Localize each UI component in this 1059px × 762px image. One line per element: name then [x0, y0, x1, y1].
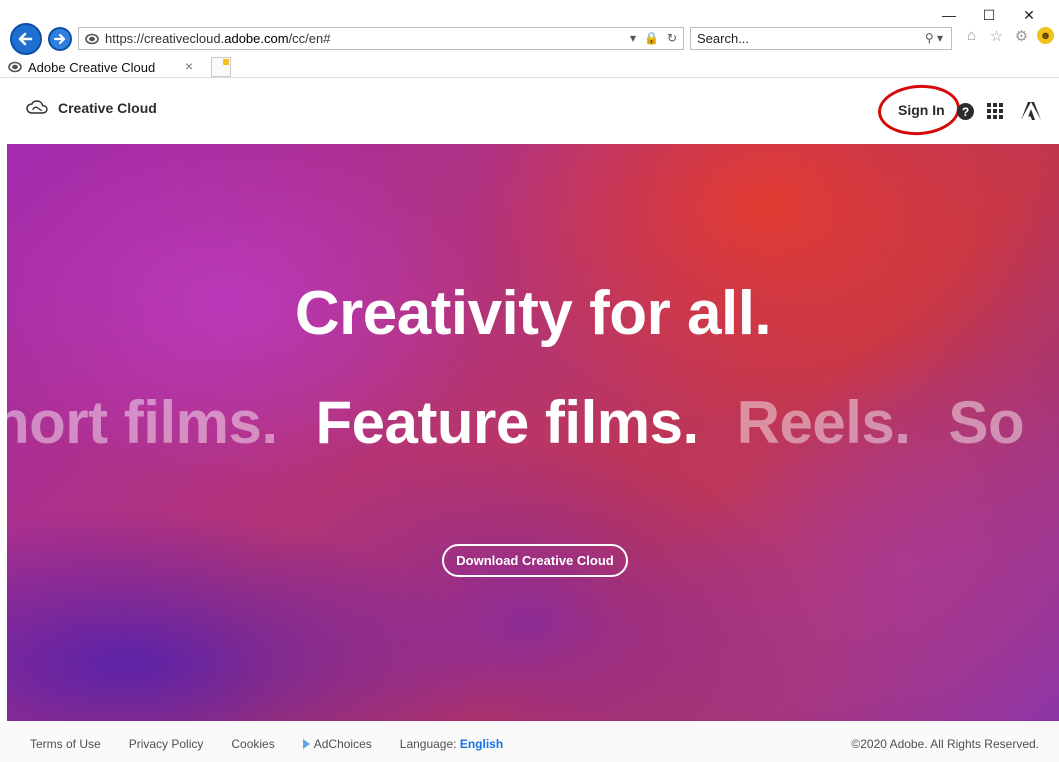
rotator-item-active: Feature films.	[315, 389, 700, 456]
footer-link-terms[interactable]: Terms of Use	[30, 737, 101, 751]
search-dropdown-icon[interactable]: ▾	[937, 31, 943, 45]
forward-button[interactable]	[48, 27, 72, 51]
search-input[interactable]: Search... ⚲ ▾	[690, 27, 952, 50]
feedback-smiley-icon[interactable]: ☻	[1037, 27, 1054, 44]
adchoices-label: AdChoices	[313, 737, 372, 751]
home-icon[interactable]: ⌂	[962, 26, 981, 45]
refresh-icon[interactable]: ↻	[667, 31, 677, 45]
language-label: Language:	[399, 737, 457, 751]
copyright-text: ©2020 Adobe. All Rights Reserved.	[851, 737, 1039, 751]
url-host: adobe.com	[224, 31, 289, 46]
rotator-item: hort films.	[7, 389, 278, 456]
adchoices-icon	[302, 739, 310, 749]
site-header: Creative Cloud Sign In ?	[0, 78, 1059, 144]
address-tools: ▾ 🔒 ↻	[630, 31, 677, 45]
footer-links: Terms of Use Privacy Policy Cookies AdCh…	[30, 737, 503, 751]
tab-close-icon[interactable]: ×	[185, 58, 193, 74]
language-value: English	[459, 737, 504, 751]
arrow-left-icon	[18, 32, 33, 46]
hero-title: Creativity for all.	[294, 279, 772, 348]
footer-link-cookies[interactable]: Cookies	[231, 737, 274, 751]
hero-banner: Creativity for all. hort films. Feature f…	[7, 144, 1059, 721]
browser-toolbar: https://creativecloud. adobe.com/cc/en# ▾…	[0, 22, 1059, 56]
browser-icons: ⌂ ☆ ⚙ ☻	[962, 26, 1054, 45]
download-creative-cloud-button[interactable]: Download Creative Cloud	[442, 544, 628, 577]
footer-link-adchoices[interactable]: AdChoices	[302, 737, 372, 751]
tab-title: Adobe Creative Cloud	[28, 59, 156, 75]
search-tools: ⚲ ▾	[925, 31, 943, 45]
url-prefix: https://creativecloud.	[105, 31, 225, 46]
search-icon[interactable]: ⚲	[925, 31, 934, 45]
site-favicon-icon	[85, 33, 99, 44]
tab-bar: Adobe Creative Cloud ×	[0, 56, 1059, 78]
creative-cloud-logo-icon	[26, 100, 48, 114]
footer: Terms of Use Privacy Policy Cookies AdCh…	[0, 722, 1059, 762]
arrow-right-icon	[53, 33, 66, 45]
brand-name: Creative Cloud	[58, 100, 157, 116]
address-bar[interactable]: https://creativecloud. adobe.com/cc/en# ▾…	[78, 27, 684, 50]
app-grid-icon[interactable]	[987, 103, 1003, 119]
adobe-logo-icon[interactable]	[1020, 101, 1042, 121]
favorites-star-icon[interactable]: ☆	[987, 26, 1006, 45]
dropdown-icon[interactable]: ▾	[630, 31, 636, 45]
search-placeholder: Search...	[697, 31, 750, 46]
brand-link[interactable]: Creative Cloud	[26, 100, 157, 116]
lock-icon[interactable]: 🔒	[644, 31, 659, 45]
new-tab-button[interactable]	[211, 57, 231, 77]
sign-in-link[interactable]: Sign In	[898, 102, 945, 118]
tab-favicon-icon	[8, 61, 22, 73]
rotator-item: Reels.	[736, 389, 911, 456]
help-icon[interactable]: ?	[957, 103, 974, 120]
url-path: /cc/en#	[288, 31, 331, 46]
settings-gear-icon[interactable]: ⚙	[1012, 26, 1031, 45]
tab-adobe-creative-cloud[interactable]: Adobe Creative Cloud	[8, 56, 213, 78]
language-selector[interactable]: Language: English	[400, 737, 503, 751]
rotator-item: So	[948, 389, 1025, 456]
footer-link-privacy[interactable]: Privacy Policy	[129, 737, 204, 751]
back-button[interactable]	[10, 23, 42, 55]
hero-rotator: hort films. Feature films. Reels. So	[7, 388, 1059, 457]
